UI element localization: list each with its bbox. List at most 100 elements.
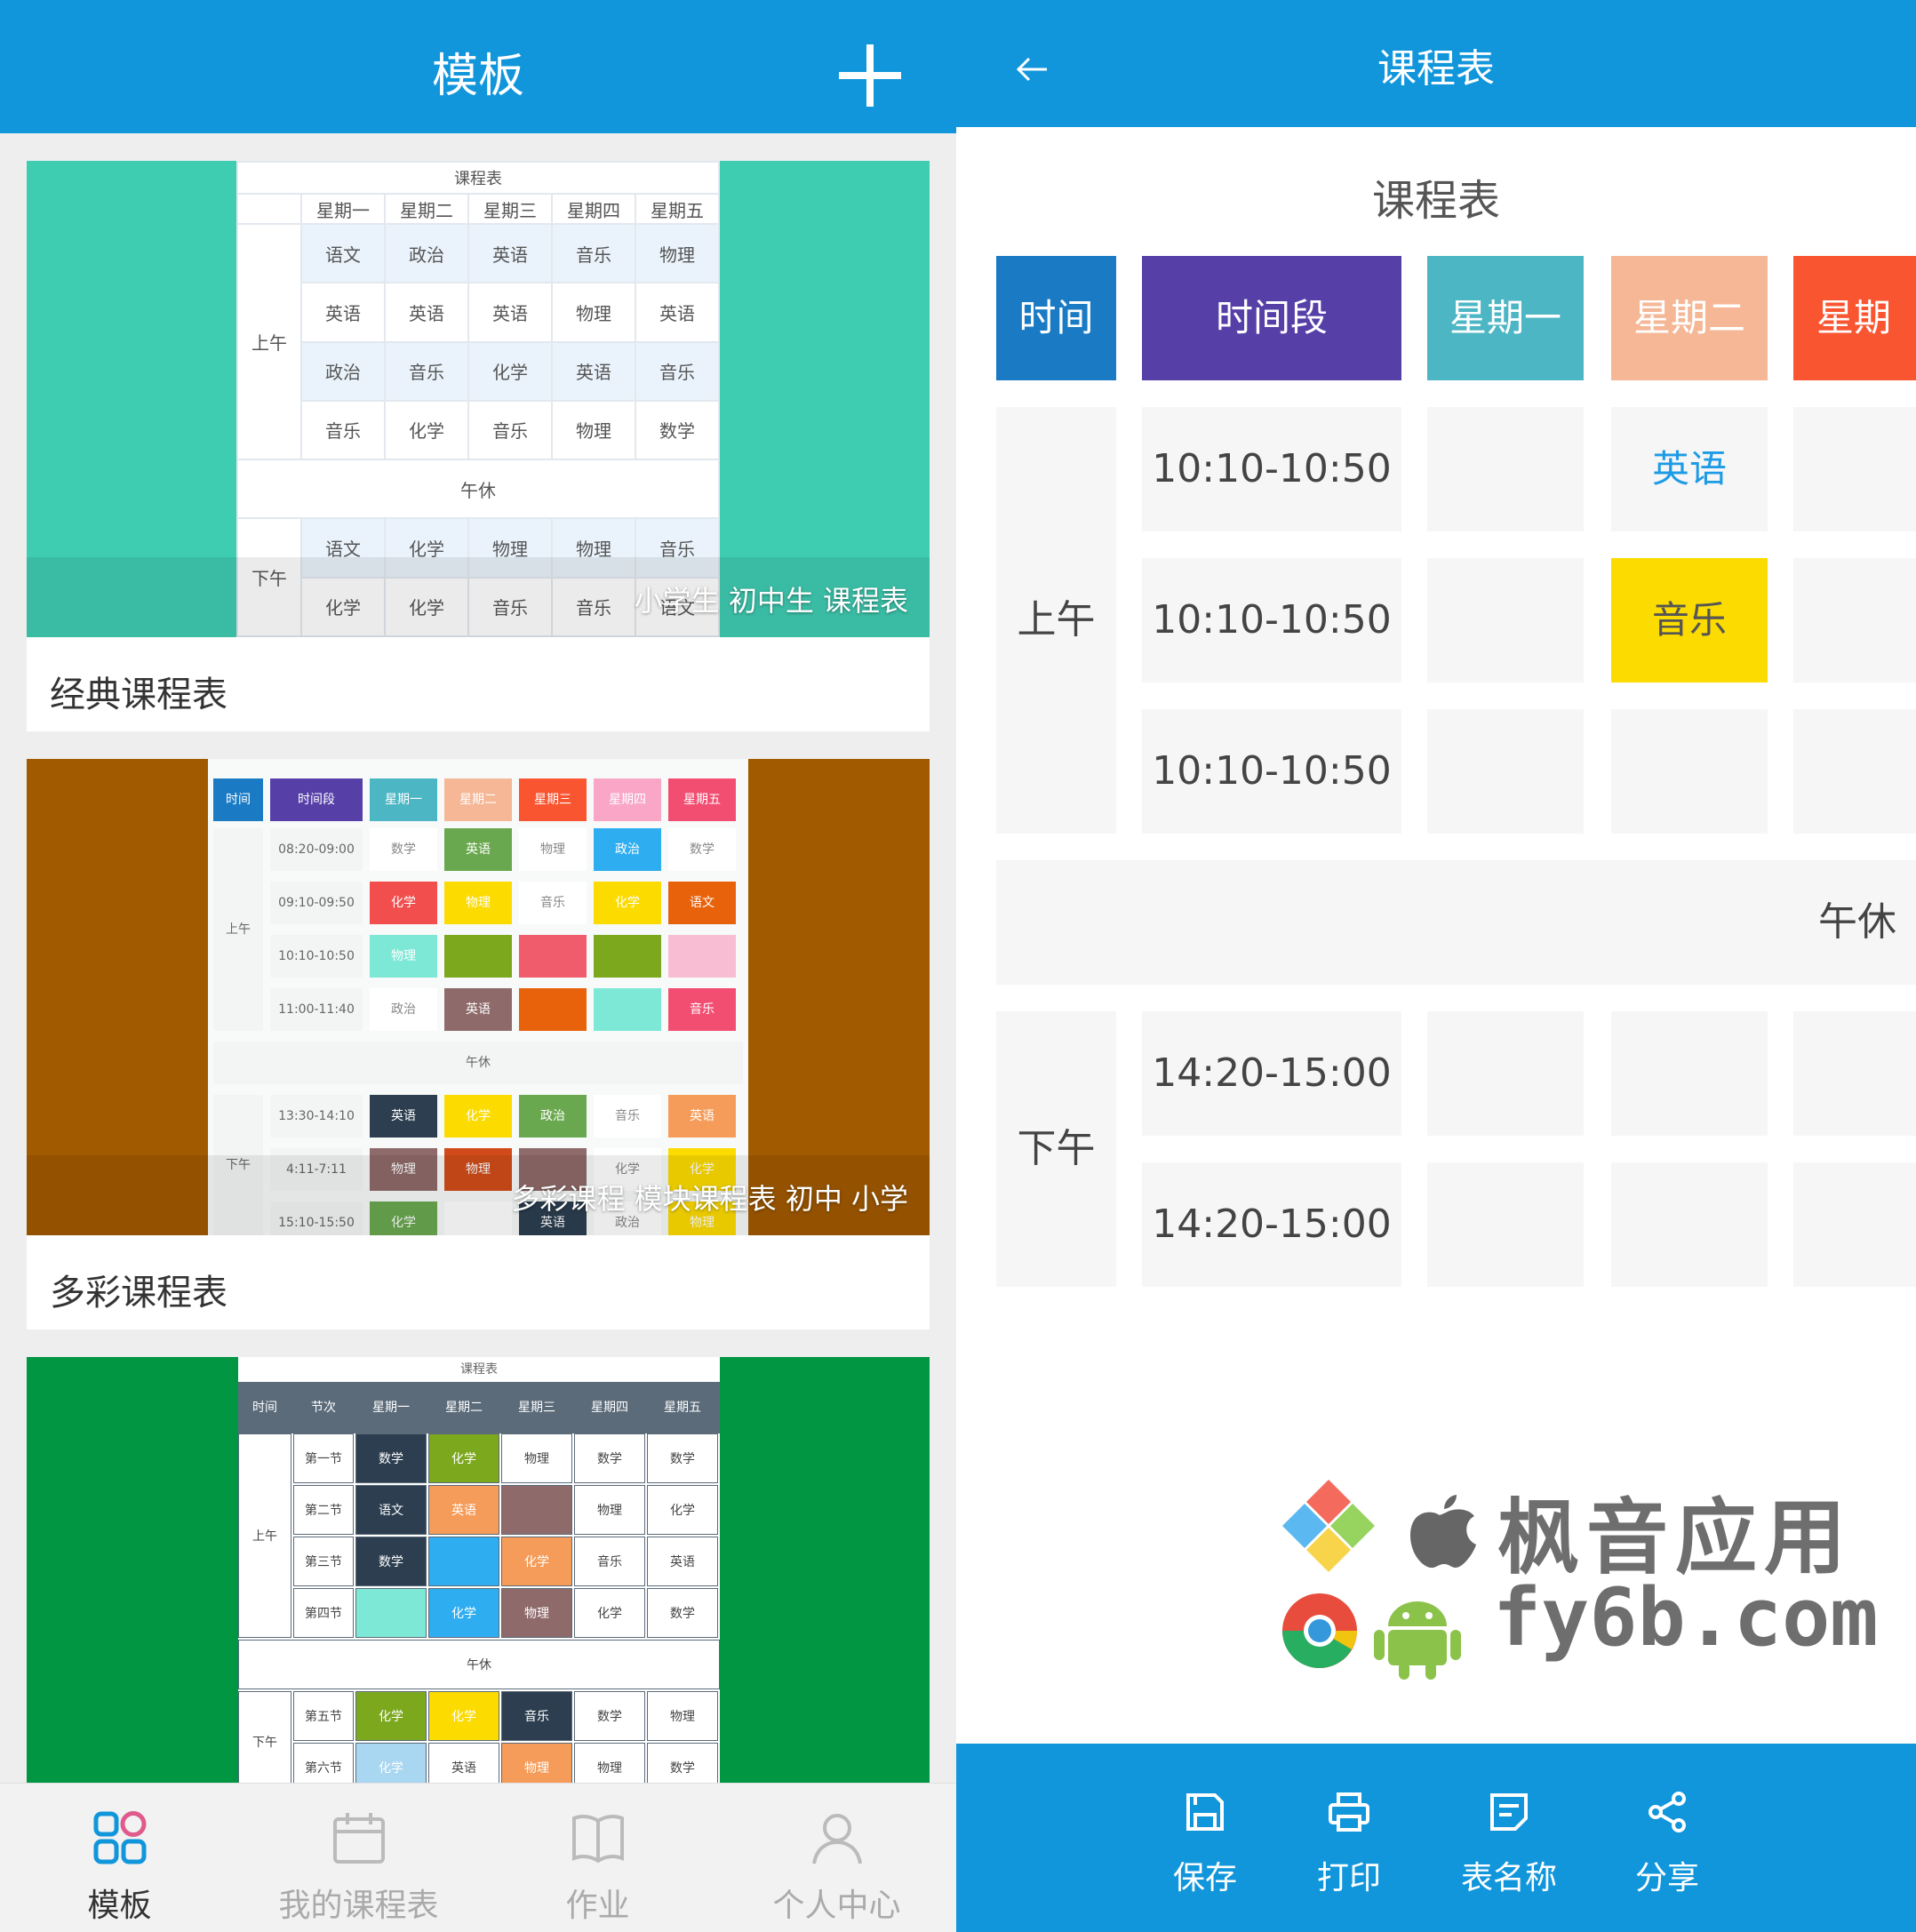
preview-cell: 音乐 bbox=[574, 1537, 645, 1586]
preview-cell: 语文 bbox=[300, 222, 386, 284]
preview-cell: 数学 bbox=[355, 1537, 427, 1586]
preview-cell bbox=[594, 988, 661, 1031]
time-slot-cell[interactable]: 10:10-10:50 bbox=[1142, 709, 1401, 834]
preview-period: 第三节 bbox=[293, 1537, 354, 1586]
class-cell[interactable] bbox=[1793, 1162, 1916, 1287]
class-cell[interactable] bbox=[1427, 1162, 1584, 1287]
class-cell[interactable] bbox=[1793, 558, 1916, 683]
preview-day: 星期五 bbox=[635, 193, 720, 225]
preview-cell: 政治 bbox=[594, 828, 661, 871]
preview-cell: 物理 bbox=[519, 828, 587, 871]
preview-cell: 数学 bbox=[647, 1588, 718, 1638]
preview-cell: 化学 bbox=[384, 399, 469, 461]
time-slot-cell[interactable]: 10:10-10:50 bbox=[1142, 407, 1401, 531]
preview-cell: 英语 bbox=[444, 828, 512, 871]
preview-time: 08:20-09:00 bbox=[270, 828, 363, 871]
page-title: 课程表 bbox=[1377, 46, 1495, 92]
templates-header: 模板 bbox=[0, 0, 956, 133]
preview-cell: 英语 bbox=[428, 1743, 499, 1784]
rename-button[interactable]: 表名称 bbox=[1438, 1744, 1580, 1932]
preview-cell: 数学 bbox=[370, 828, 437, 871]
preview-cell: 物理 bbox=[551, 399, 636, 461]
header-time-slot[interactable]: 时间段 bbox=[1142, 256, 1401, 380]
print-button[interactable]: 打印 bbox=[1278, 1744, 1420, 1932]
schedule-title[interactable]: 课程表 bbox=[956, 165, 1916, 228]
template-preview-block: 课程表 时间 节次 星期一 星期二 星期三 星期四 星期五 第一节 数学 化学 物理 数学 数学 第二节 语文… bbox=[27, 1357, 930, 1784]
nav-item-homework[interactable]: 作业 bbox=[478, 1784, 717, 1932]
preview-cell: 物理 bbox=[501, 1588, 572, 1638]
class-cell[interactable] bbox=[1793, 709, 1916, 834]
preview-cell: 音乐 bbox=[501, 1691, 572, 1741]
class-cell[interactable] bbox=[1793, 407, 1916, 531]
preview-morning-label: 上午 bbox=[236, 222, 302, 461]
preview-cell: 语文 bbox=[355, 1485, 427, 1535]
preview-cell: 音乐 bbox=[635, 340, 720, 402]
preview-time: 10:10-10:50 bbox=[270, 935, 363, 978]
template-preview-classic: 课程表 星期一 星期二 星期三 星期四 星期五 上午 语文 政治 英语 音乐 物… bbox=[27, 161, 930, 637]
class-cell[interactable] bbox=[1793, 1011, 1916, 1136]
preview-period: 第四节 bbox=[293, 1588, 354, 1638]
save-button[interactable]: 保存 bbox=[1134, 1744, 1276, 1932]
preview-cell: 化学 bbox=[355, 1743, 427, 1784]
class-cell[interactable] bbox=[1427, 558, 1584, 683]
header-monday[interactable]: 星期一 bbox=[1427, 256, 1584, 380]
nav-item-my-schedule[interactable]: 我的课程表 bbox=[239, 1784, 478, 1932]
class-cell[interactable] bbox=[1611, 1162, 1768, 1287]
time-slot-cell[interactable]: 10:10-10:50 bbox=[1142, 558, 1401, 683]
preview-cell bbox=[594, 935, 661, 978]
preview-cell: 音乐 bbox=[300, 399, 386, 461]
preview-period: 第一节 bbox=[293, 1433, 354, 1483]
morning-label[interactable]: 上午 bbox=[996, 407, 1116, 834]
preview-cell: 物理 bbox=[501, 1433, 572, 1483]
share-button[interactable]: 分享 bbox=[1596, 1744, 1738, 1932]
editor-toolbar: 保存 打印 表名称 分享 bbox=[956, 1744, 1916, 1932]
preview-cell: 数学 bbox=[668, 828, 736, 871]
preview-cell: 数学 bbox=[647, 1433, 718, 1483]
time-slot-cell[interactable]: 14:20-15:00 bbox=[1142, 1162, 1401, 1287]
preview-cell: 政治 bbox=[384, 222, 469, 284]
class-music[interactable]: 音乐 bbox=[1611, 558, 1768, 683]
preview-cell: 英语 bbox=[635, 282, 720, 343]
preview-cell bbox=[501, 1485, 572, 1535]
preview-cell: 物理 bbox=[635, 222, 720, 284]
watermark: 枫音应用 fy6b.com bbox=[1280, 1466, 1878, 1680]
preview-cell: 化学 bbox=[574, 1588, 645, 1638]
nav-label: 作业 bbox=[565, 1888, 630, 1924]
afternoon-label[interactable]: 下午 bbox=[996, 1011, 1116, 1287]
preview-cell: 语文 bbox=[668, 882, 736, 924]
class-cell[interactable] bbox=[1611, 1011, 1768, 1136]
class-cell[interactable] bbox=[1427, 407, 1584, 531]
preview-header: 星期五 bbox=[668, 778, 736, 821]
preview-cell: 物理 bbox=[444, 882, 512, 924]
preview-cell: 物理 bbox=[647, 1691, 718, 1741]
class-cell[interactable] bbox=[1427, 1011, 1584, 1136]
preview-cell: 音乐 bbox=[668, 988, 736, 1031]
preview-cell: 英语 bbox=[551, 340, 636, 402]
arrow-left-icon[interactable] bbox=[1015, 52, 1050, 87]
preview-header: 星期二 bbox=[445, 1401, 483, 1415]
nav-item-profile[interactable]: 个人中心 bbox=[717, 1784, 956, 1932]
template-card-classic[interactable]: 课程表 星期一 星期二 星期三 星期四 星期五 上午 语文 政治 英语 音乐 物… bbox=[27, 161, 930, 731]
preview-cell: 数学 bbox=[647, 1743, 718, 1784]
header-wednesday[interactable]: 星期 bbox=[1793, 256, 1916, 380]
plus-icon[interactable] bbox=[839, 44, 901, 107]
header-tuesday[interactable]: 星期二 bbox=[1611, 256, 1768, 380]
preview-cell: 音乐 bbox=[519, 882, 587, 924]
template-card-colorful[interactable]: 时间 时间段 星期一 星期二 星期三 星期四 星期五 08:20-09:00 数学 英语 物理 政治数… bbox=[27, 759, 930, 1329]
class-cell[interactable] bbox=[1427, 709, 1584, 834]
noon-break-row[interactable]: 午休 bbox=[996, 860, 1916, 985]
toolbar-label: 表名称 bbox=[1460, 1860, 1557, 1896]
nav-item-templates[interactable]: 模板 bbox=[0, 1784, 239, 1932]
time-slot-cell[interactable]: 14:20-15:00 bbox=[1142, 1011, 1401, 1136]
class-english[interactable]: 英语 bbox=[1611, 407, 1768, 531]
preview-afternoon-label: 下午 bbox=[238, 1691, 291, 1784]
header-time[interactable]: 时间 bbox=[996, 256, 1116, 380]
rename-icon bbox=[1490, 1793, 1528, 1831]
template-card-block[interactable]: 课程表 时间 节次 星期一 星期二 星期三 星期四 星期五 第一节 数学 化学 物理 数学 数学 第二节 语文… bbox=[27, 1357, 930, 1784]
preview-cell: 化学 bbox=[467, 340, 553, 402]
editor-header: 课程表 bbox=[956, 0, 1916, 127]
class-cell[interactable] bbox=[1611, 709, 1768, 834]
preview-cell: 音乐 bbox=[594, 1095, 661, 1138]
preview-cell: 英语 bbox=[444, 988, 512, 1031]
preview-cell: 英语 bbox=[467, 282, 553, 343]
